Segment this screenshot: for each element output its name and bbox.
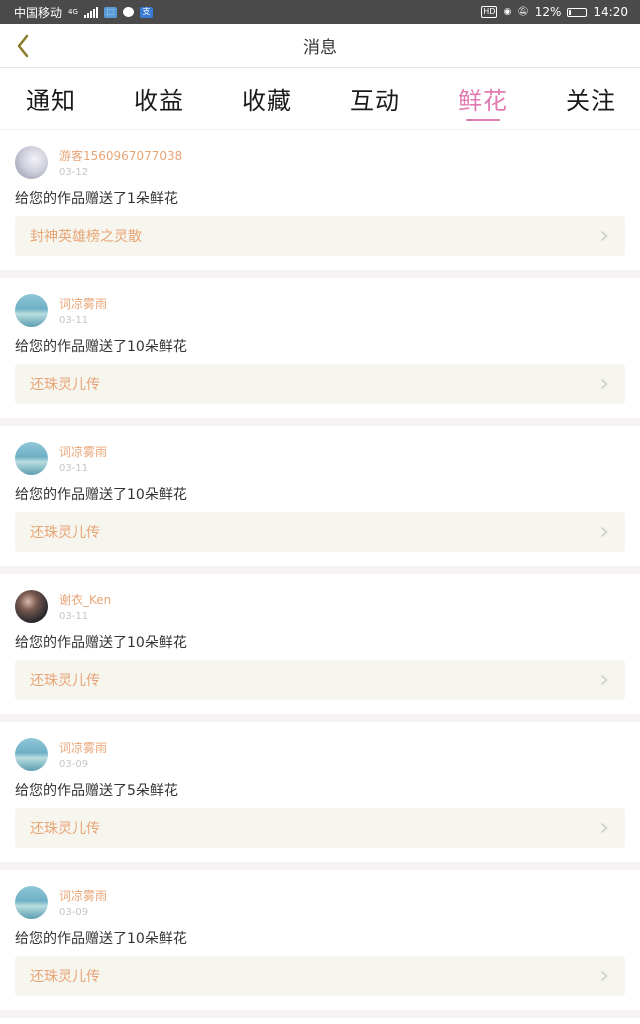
- alipay-notification-icon: 支: [139, 6, 153, 18]
- tab-label: 通知: [26, 87, 76, 115]
- date: 03-12: [59, 166, 89, 178]
- avatar[interactable]: [15, 441, 48, 475]
- chevron-left-icon: [17, 34, 29, 58]
- list-item: 谢衣_Ken 03-11 给您的作品赠送了10朵鲜花 还珠灵儿传: [0, 574, 640, 722]
- avatar[interactable]: [15, 885, 48, 919]
- item-header: 谢衣_Ken 03-11: [15, 586, 625, 626]
- item-header: 游客1560967077038 03-12: [15, 142, 625, 182]
- username[interactable]: 词凉雾雨: [59, 443, 107, 460]
- username[interactable]: 词凉雾雨: [59, 295, 107, 312]
- mute-bell-icon: 🔕︎: [517, 6, 529, 17]
- work-title: 还珠灵儿传: [30, 969, 100, 985]
- item-meta: 词凉雾雨 03-09: [59, 739, 107, 770]
- avatar[interactable]: [15, 293, 48, 327]
- work-title: 还珠灵儿传: [30, 525, 100, 541]
- tab-label: 互动: [350, 87, 400, 115]
- avatar[interactable]: [15, 589, 48, 623]
- item-header: 词凉雾雨 03-09: [15, 734, 625, 774]
- status-right: HD ◉ 🔕︎ 12% 14:20: [481, 5, 628, 19]
- message-text: 给您的作品赠送了5朵鲜花: [15, 783, 178, 799]
- chevron-right-icon: [597, 525, 611, 539]
- message-text: 给您的作品赠送了10朵鲜花: [15, 487, 187, 503]
- item-header: 词凉雾雨 03-09: [15, 882, 625, 922]
- work-link[interactable]: 还珠灵儿传: [15, 956, 625, 996]
- work-link[interactable]: 还珠灵儿传: [15, 364, 625, 404]
- tab-favorites[interactable]: 收藏: [242, 68, 292, 130]
- message-text: 给您的作品赠送了10朵鲜花: [15, 931, 187, 947]
- status-bar: 中国移动 4G ⬚ 支 HD ◉ 🔕︎ 12% 14:20: [0, 0, 640, 24]
- battery-percent: 12%: [534, 5, 562, 19]
- item-meta: 游客1560967077038 03-12: [59, 147, 182, 178]
- username[interactable]: 谢衣_Ken: [59, 591, 111, 608]
- chevron-right-icon: [597, 229, 611, 243]
- signal-icon: [83, 6, 98, 18]
- avatar[interactable]: [15, 145, 48, 179]
- tab-earnings[interactable]: 收益: [134, 68, 184, 130]
- username[interactable]: 词凉雾雨: [59, 739, 107, 756]
- list-item: 词凉雾雨 03-09 给您的作品赠送了5朵鲜花 还珠灵儿传: [0, 722, 640, 870]
- page-title: 消息: [303, 38, 337, 58]
- network-type-icon: 4G: [68, 7, 78, 16]
- tab-following[interactable]: 关注: [566, 68, 616, 130]
- work-link[interactable]: 还珠灵儿传: [15, 660, 625, 700]
- work-title: 封神英雄榜之灵散: [30, 229, 142, 245]
- date: 03-09: [59, 906, 89, 918]
- chevron-right-icon: [597, 673, 611, 687]
- tab-label: 收藏: [242, 87, 292, 115]
- flower-message-list: 游客1560967077038 03-12 给您的作品赠送了1朵鲜花 封神英雄榜…: [0, 130, 640, 1018]
- tab-notifications[interactable]: 通知: [26, 68, 76, 130]
- work-link[interactable]: 封神英雄榜之灵散: [15, 216, 625, 256]
- item-meta: 词凉雾雨 03-09: [59, 887, 107, 918]
- chevron-right-icon: [597, 969, 611, 983]
- item-meta: 词凉雾雨 03-11: [59, 443, 107, 474]
- date: 03-11: [59, 462, 89, 474]
- work-link[interactable]: 还珠灵儿传: [15, 808, 625, 848]
- list-item: 词凉雾雨 03-11 给您的作品赠送了10朵鲜花 还珠灵儿传: [0, 426, 640, 574]
- chevron-right-icon: [597, 821, 611, 835]
- message-text: 给您的作品赠送了10朵鲜花: [15, 635, 187, 651]
- tab-label: 关注: [566, 87, 616, 115]
- work-link[interactable]: 还珠灵儿传: [15, 512, 625, 552]
- nav-bar: 消息: [0, 24, 640, 68]
- eye-comfort-icon: ◉: [503, 6, 512, 17]
- clock: 14:20: [593, 5, 628, 19]
- item-header: 词凉雾雨 03-11: [15, 438, 625, 478]
- work-title: 还珠灵儿传: [30, 673, 100, 689]
- list-item: 词凉雾雨 03-09 给您的作品赠送了10朵鲜花 还珠灵儿传: [0, 870, 640, 1018]
- work-title: 还珠灵儿传: [30, 821, 100, 837]
- active-tab-indicator: [466, 118, 500, 121]
- tab-interactions[interactable]: 互动: [350, 68, 400, 130]
- tab-label: 收益: [134, 87, 184, 115]
- date: 03-11: [59, 314, 89, 326]
- chevron-right-icon: [597, 377, 611, 391]
- tab-label: 鲜花: [458, 87, 508, 115]
- tab-flowers[interactable]: 鲜花: [458, 68, 508, 130]
- date: 03-09: [59, 758, 89, 770]
- username[interactable]: 游客1560967077038: [59, 147, 182, 164]
- carrier-label: 中国移动: [14, 5, 63, 20]
- message-text: 给您的作品赠送了1朵鲜花: [15, 191, 178, 207]
- item-meta: 谢衣_Ken 03-11: [59, 591, 111, 622]
- date: 03-11: [59, 610, 89, 622]
- status-left: 中国移动 4G ⬚ 支: [14, 4, 153, 21]
- battery-icon: [567, 7, 588, 17]
- chat-notification-icon: [122, 7, 134, 17]
- list-item: 游客1560967077038 03-12 给您的作品赠送了1朵鲜花 封神英雄榜…: [0, 130, 640, 278]
- back-button[interactable]: [8, 30, 38, 62]
- message-text: 给您的作品赠送了10朵鲜花: [15, 339, 187, 355]
- avatar[interactable]: [15, 737, 48, 771]
- item-meta: 词凉雾雨 03-11: [59, 295, 107, 326]
- item-header: 词凉雾雨 03-11: [15, 290, 625, 330]
- list-item: 词凉雾雨 03-11 给您的作品赠送了10朵鲜花 还珠灵儿传: [0, 278, 640, 426]
- username[interactable]: 词凉雾雨: [59, 887, 107, 904]
- work-title: 还珠灵儿传: [30, 377, 100, 393]
- app-notification-icon: ⬚: [103, 6, 117, 18]
- hd-icon: HD: [481, 6, 498, 18]
- tab-bar: 通知 收益 收藏 互动 鲜花 关注: [0, 68, 640, 130]
